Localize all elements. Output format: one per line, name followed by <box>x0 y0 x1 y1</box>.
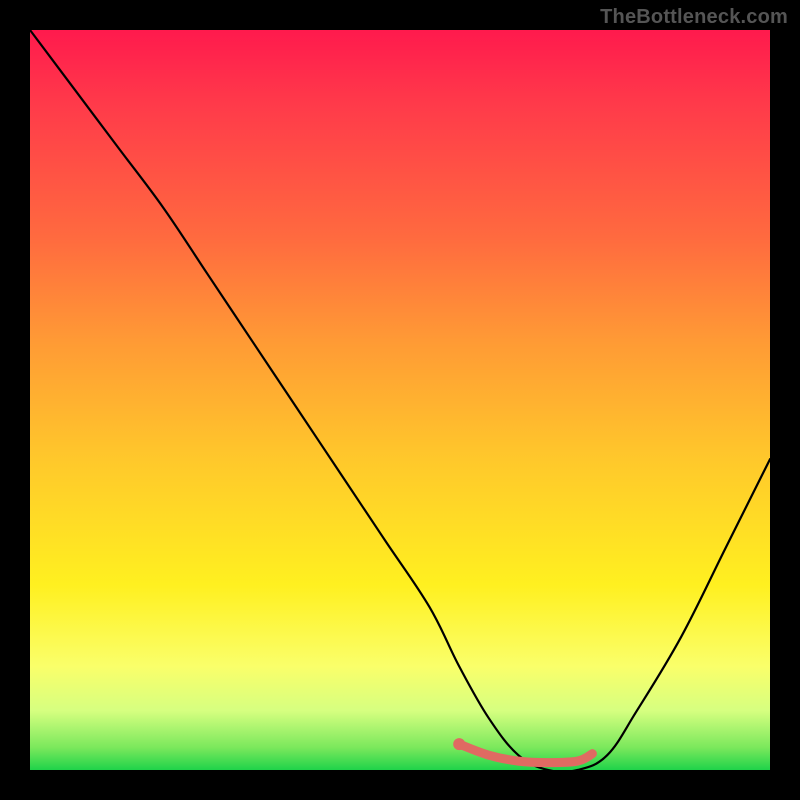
chart-svg <box>30 30 770 770</box>
plot-area <box>30 30 770 770</box>
flat-minimum-marker <box>459 744 592 763</box>
highlight-start-dot <box>453 738 465 750</box>
bottleneck-curve <box>30 30 770 772</box>
chart-frame: TheBottleneck.com <box>0 0 800 800</box>
watermark-text: TheBottleneck.com <box>600 6 788 29</box>
